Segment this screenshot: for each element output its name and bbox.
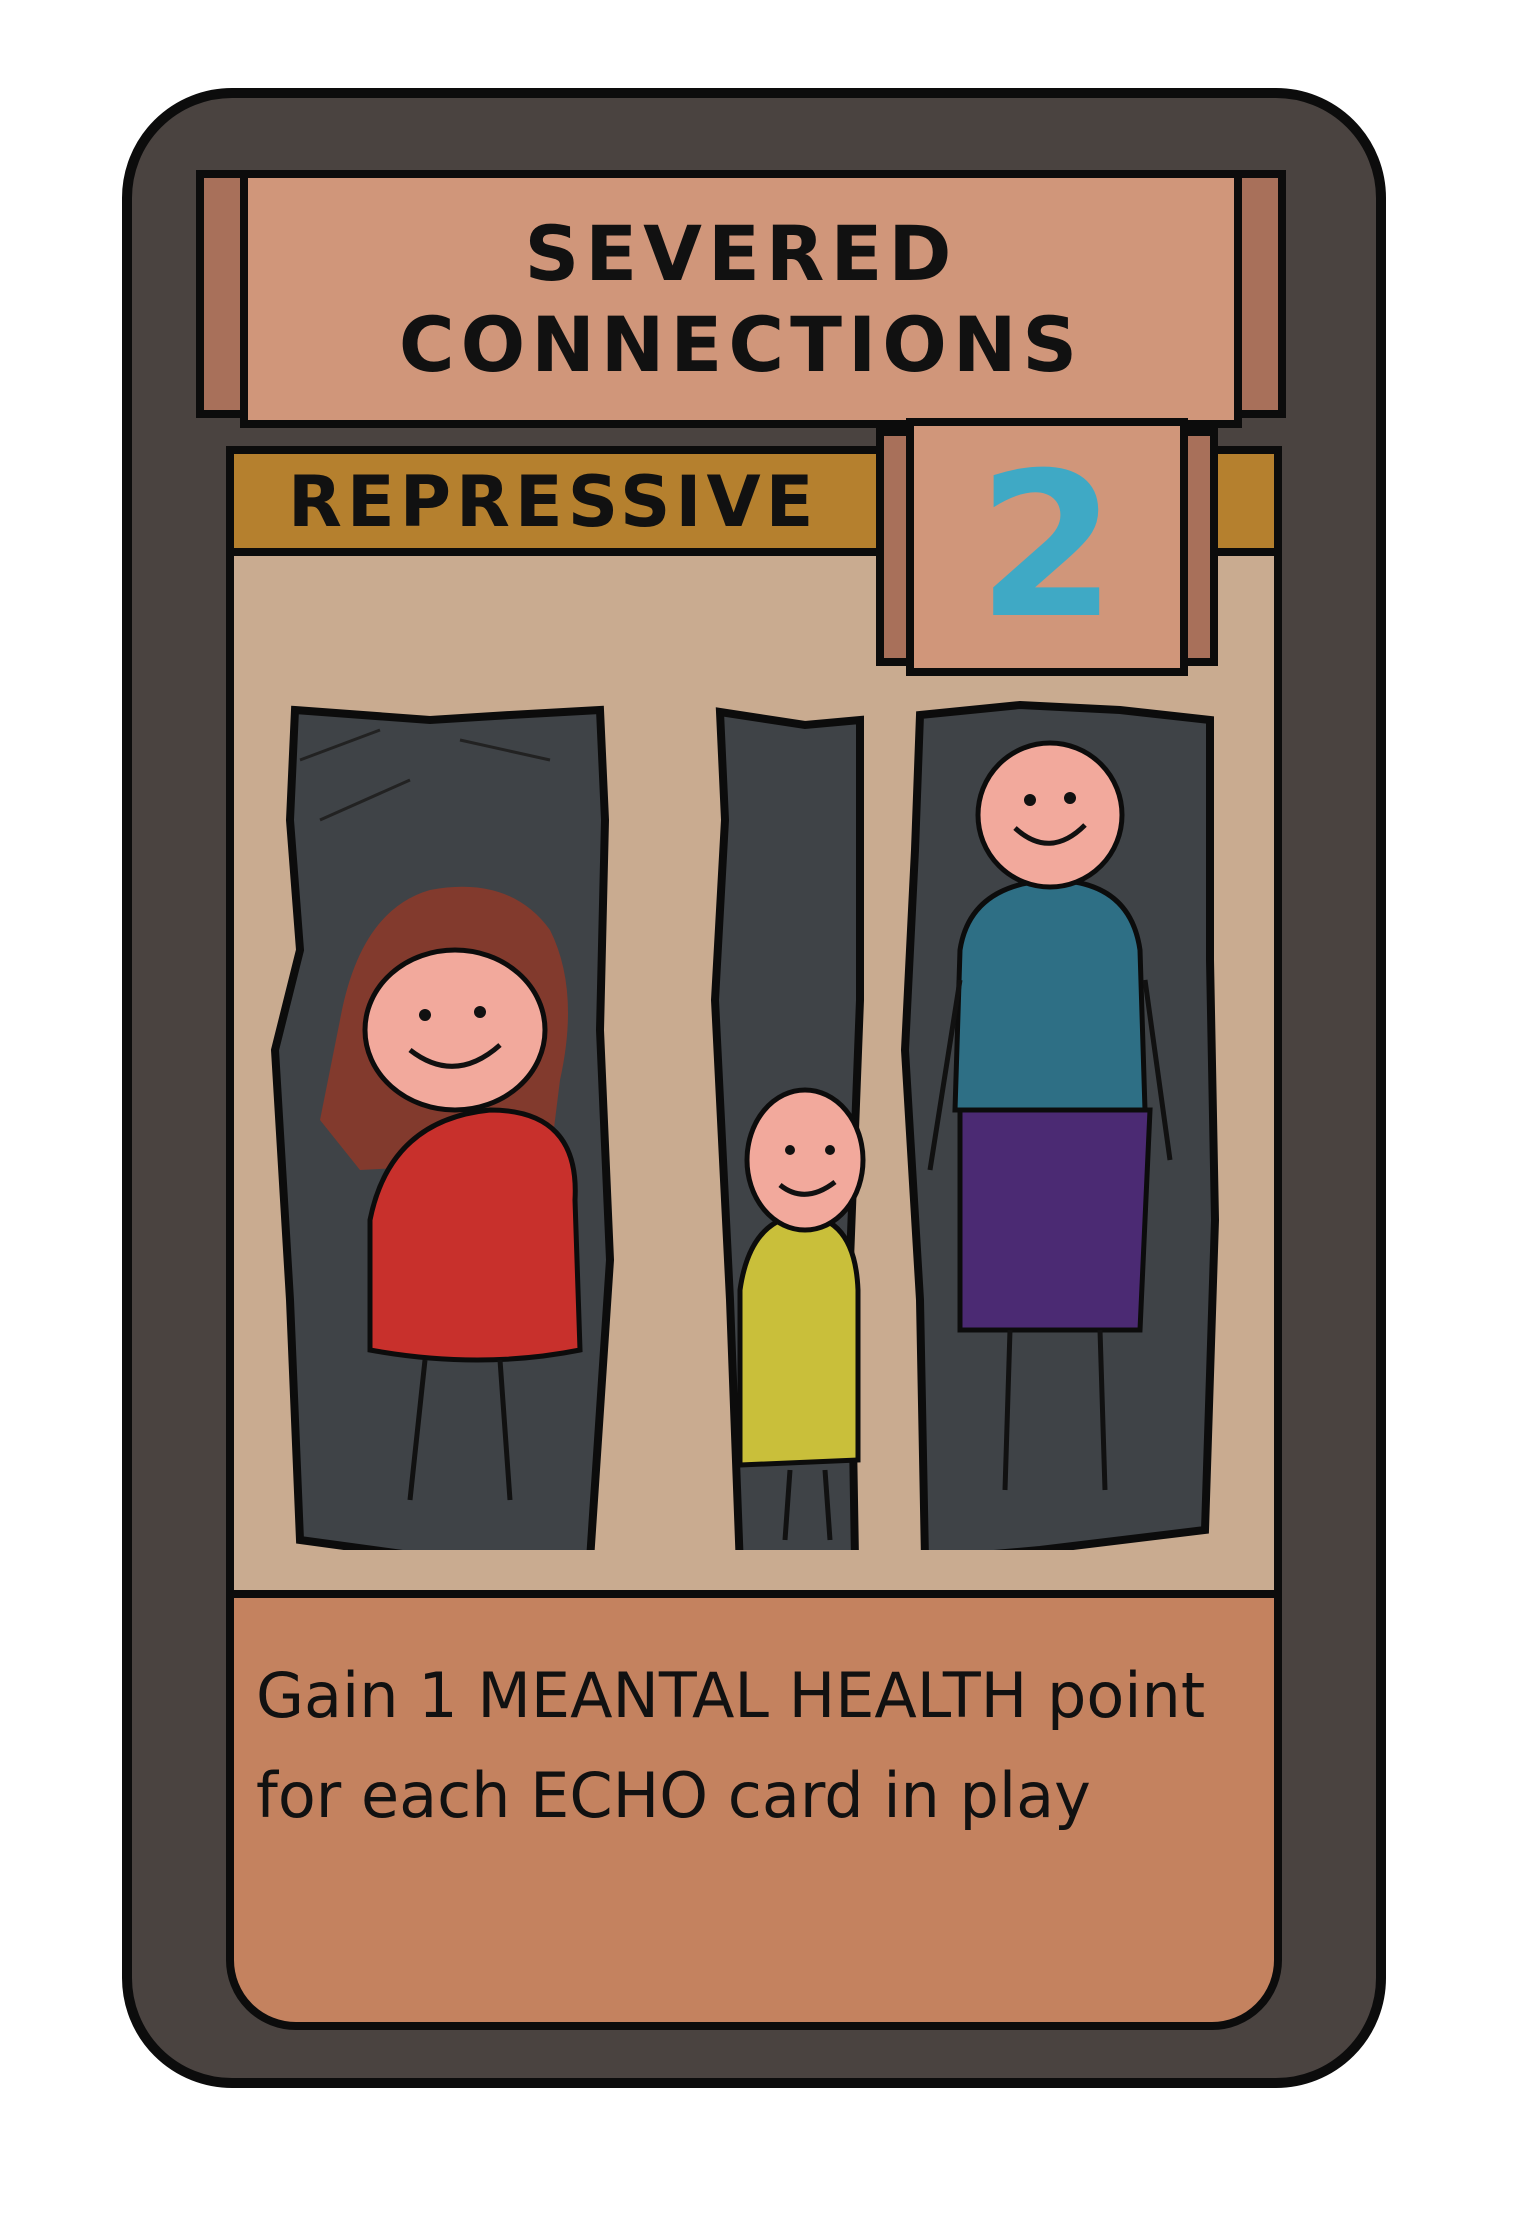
rules-text: Gain 1 MEANTAL HEALTH point for each ECH… [256,1659,1206,1832]
cost-value: 2 [977,430,1117,663]
cost-badge: 2 [906,418,1188,676]
card-title: SEVERED CONNECTIONS [240,170,1242,428]
card-type-label: REPRESSIVE [288,461,819,543]
rules-text-box: Gain 1 MEANTAL HEALTH point for each ECH… [226,1590,1282,2030]
card-illustration [270,700,1220,1550]
card-title-line1: SEVERED [524,208,958,298]
card-title-line2: CONNECTIONS [398,300,1084,389]
